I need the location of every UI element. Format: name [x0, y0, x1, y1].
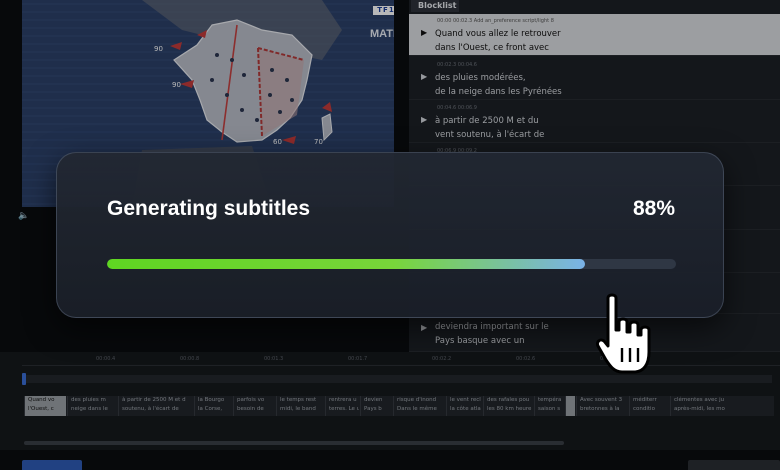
hand-cursor-icon	[596, 293, 651, 374]
progress-bar-track	[107, 259, 676, 269]
app-window: TF1 MATIN 90 90 60 70 🔈 00:00 00:02.3 Ad…	[0, 0, 780, 470]
progress-bar-fill	[107, 259, 585, 269]
progress-title: Generating subtitles	[107, 197, 311, 220]
progress-percent: 88%	[632, 197, 675, 220]
